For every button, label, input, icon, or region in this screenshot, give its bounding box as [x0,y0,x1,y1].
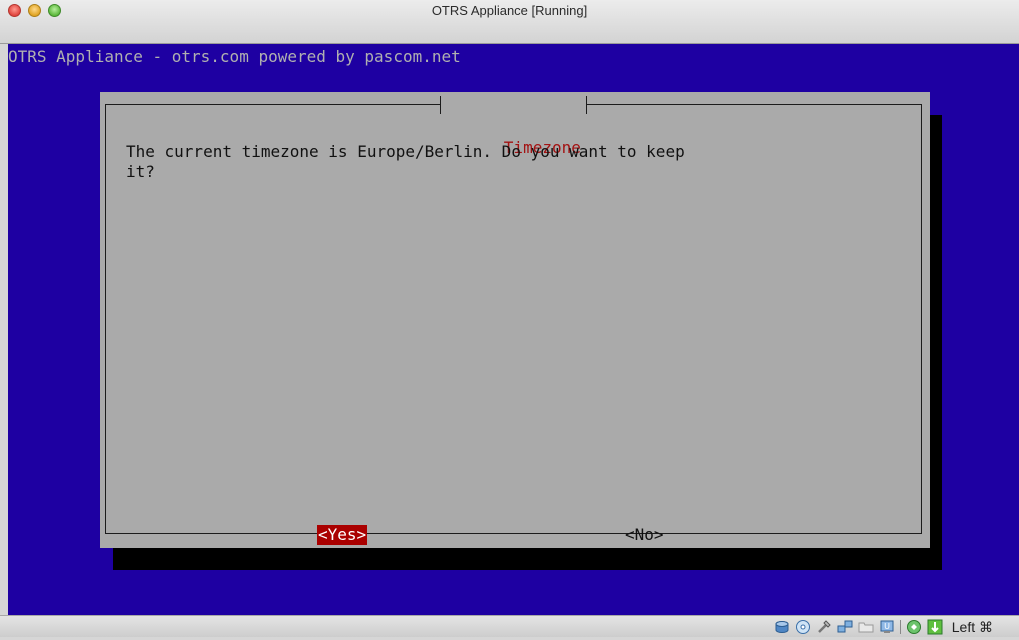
vm-statusbar: U Left ⌘ [0,615,1019,637]
vm-console-screen[interactable]: OTRS Appliance - otrs.com powered by pas… [8,44,1019,615]
window-title: OTRS Appliance [Running] [431,3,588,18]
mouse-integration-icon[interactable] [927,619,943,635]
yes-button[interactable]: <Yes> [317,525,368,545]
title-left-bracket [440,96,441,114]
window-titlebar[interactable]: OTRS Appliance [Running] [0,0,1019,44]
shared-folder-icon[interactable] [858,619,874,635]
status-separator [899,620,901,634]
dialog-title: Timezone [440,93,587,157]
status-icons: U Left ⌘ [774,618,993,636]
network-icon[interactable] [837,619,853,635]
dialog-message: The current timezone is Europe/Berlin. D… [126,142,685,181]
usb-icon[interactable] [816,619,832,635]
title-right-bracket [585,96,587,114]
hard-disk-icon[interactable] [774,619,790,635]
timezone-dialog: Timezone The current timezone is Europe/… [100,92,930,548]
svg-text:U: U [884,622,890,631]
display-icon[interactable]: U [879,619,895,635]
no-button[interactable]: <No> [625,525,664,545]
cpu-virtualization-icon[interactable] [906,619,922,635]
optical-disk-icon[interactable] [795,619,811,635]
console-backtitle: OTRS Appliance - otrs.com powered by pas… [8,47,461,66]
host-key-label: Left ⌘ [951,618,993,635]
